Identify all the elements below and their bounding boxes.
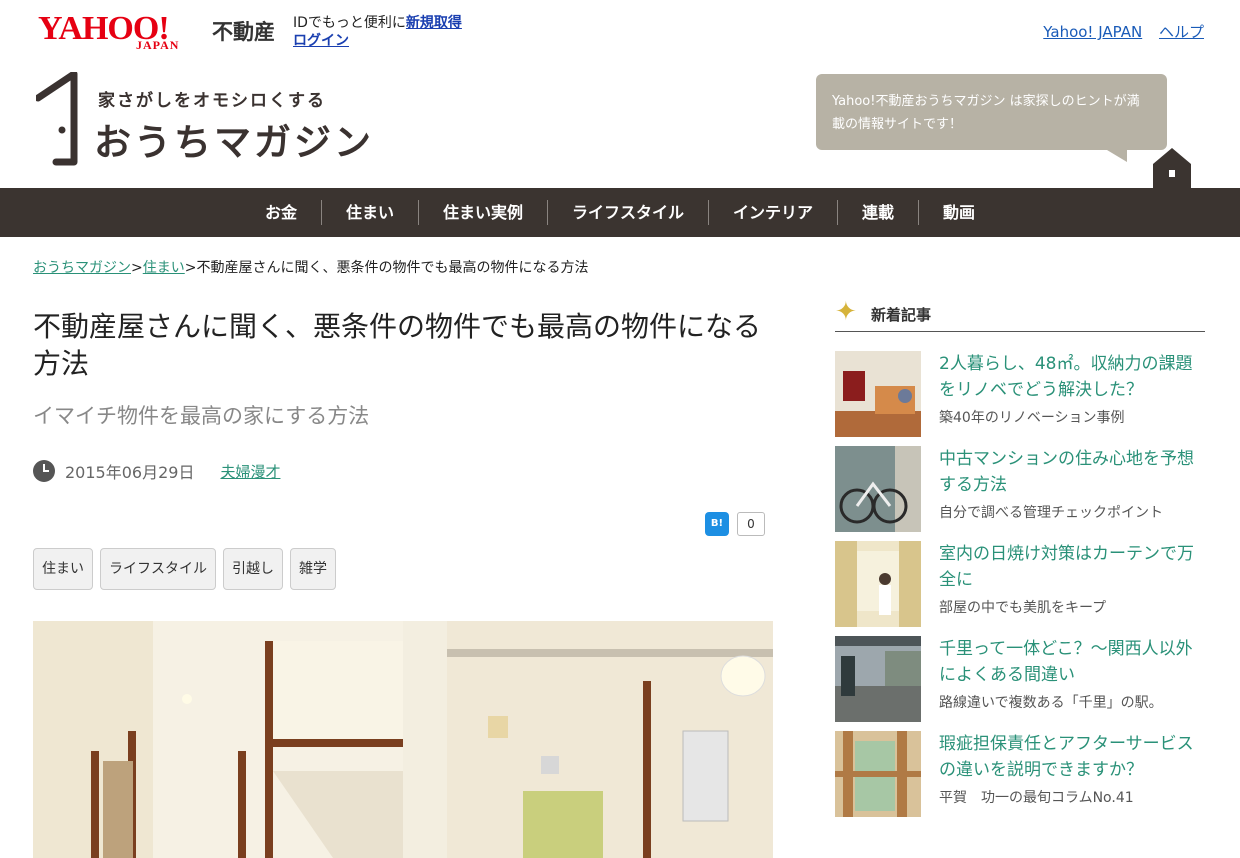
new-article-item[interactable]: 瑕疵担保責任とアフターサービスの違いを説明できますか？ 平賀 功一の最旬コラムN…	[835, 731, 1205, 819]
yahoo-logo-japan: JAPAN	[136, 38, 180, 52]
main-nav: お金 住まい 住まい実例 ライフスタイル インテリア 連載 動画	[0, 188, 1240, 237]
nav-video[interactable]: 動画	[918, 200, 999, 225]
new-article-link[interactable]: 2人暮らし、48㎡。収納力の課題をリノベでどう解決した？	[939, 351, 1205, 403]
house-icon	[1153, 148, 1191, 188]
new-article-link[interactable]: 瑕疵担保責任とアフターサービスの違いを説明できますか？	[939, 731, 1205, 783]
new-article-item[interactable]: 室内の日焼け対策はカーテンで万全に 部屋の中でも美肌をキープ	[835, 541, 1205, 629]
new-articles-header: ✦ 新着記事	[835, 296, 1205, 332]
breadcrumb: おうちマガジン>住まい>不動産屋さんに聞く、悪条件の物件でも最高の物件になる方法	[33, 257, 588, 277]
tag-lifestyle[interactable]: ライフスタイル	[100, 548, 216, 590]
nav-interior[interactable]: インテリア	[708, 200, 837, 225]
new-article-link[interactable]: 中古マンションの住み心地を予想する方法	[939, 446, 1205, 498]
nav-lifestyle[interactable]: ライフスタイル	[546, 200, 708, 225]
yahoo-japan-link[interactable]: Yahoo! JAPAN	[1043, 23, 1142, 41]
breadcrumb-home[interactable]: おうちマガジン	[33, 260, 131, 276]
site-logo[interactable]: 家さがしをオモシロくする おうちマガジン	[36, 72, 396, 167]
site-description-bubble: Yahoo!不動産おうちマガジン は家探しのヒントが満載の情報サイトです！	[816, 74, 1167, 150]
article-title: 不動産屋さんに聞く、悪条件の物件でも最高の物件になる方法	[33, 310, 762, 380]
new-article-item[interactable]: 中古マンションの住み心地を予想する方法 自分で調べる管理チェックポイント	[835, 446, 1205, 534]
yahoo-japan-logo[interactable]: YAHOO! JAPAN	[38, 10, 208, 58]
breadcrumb-current: 不動産屋さんに聞く、悪条件の物件でも最高の物件になる方法	[196, 260, 589, 276]
hatena-bookmark[interactable]: B! 0	[705, 512, 765, 536]
site-tagline: 家さがしをオモシロくする	[98, 91, 326, 111]
nav-housing[interactable]: 住まい	[320, 200, 418, 225]
article-thumbnail[interactable]	[835, 541, 921, 627]
new-article-subtitle: 平賀 功一の最旬コラムNo.41	[939, 790, 1134, 806]
nav-series[interactable]: 連載	[837, 200, 918, 225]
article-thumbnail[interactable]	[835, 731, 921, 817]
breadcrumb-category[interactable]: 住まい	[143, 260, 185, 276]
breadcrumb-separator: >	[184, 260, 197, 276]
nav-housing-examples[interactable]: 住まい実例	[417, 200, 547, 225]
article-thumbnail[interactable]	[835, 351, 921, 437]
article-hero-image	[33, 621, 773, 858]
new-article-subtitle: 部屋の中でも美肌をキープ	[939, 600, 1107, 616]
site-name: おうちマガジン	[94, 121, 374, 164]
top-bar: YAHOO! JAPAN 不動産 IDでもっと便利に新規取得 ログイン Yaho…	[0, 0, 1240, 60]
hatena-bookmark-count[interactable]: 0	[737, 512, 765, 536]
register-link[interactable]: 新規取得	[406, 15, 462, 31]
breadcrumb-separator: >	[131, 260, 143, 276]
help-link[interactable]: ヘルプ	[1159, 23, 1204, 41]
new-article-subtitle: 路線違いで複数ある「千里」の駅。	[939, 695, 1163, 711]
tag-trivia[interactable]: 雑学	[290, 548, 336, 590]
new-article-item[interactable]: 千里って一体どこ？～関西人以外によくある間違い 路線違いで複数ある「千里」の駅。	[835, 636, 1205, 724]
article-thumbnail[interactable]	[835, 636, 921, 722]
article-subtitle: イマイチ物件を最高の家にする方法	[33, 404, 370, 428]
hatena-bookmark-icon[interactable]: B!	[705, 512, 729, 536]
login-link[interactable]: ログイン	[293, 30, 349, 50]
new-article-link[interactable]: 室内の日焼け対策はカーテンで万全に	[939, 541, 1205, 593]
sidebar: ✦ 新着記事 2人暮らし、48㎡。収納力の課題をリノベでどう解決した？ 築40年…	[835, 296, 1205, 817]
new-article-item[interactable]: 2人暮らし、48㎡。収納力の課題をリノベでどう解決した？ 築40年のリノベーショ…	[835, 351, 1205, 439]
service-name[interactable]: 不動産	[212, 16, 275, 46]
article-meta: 2015年06月29日 夫婦漫才	[33, 459, 280, 483]
new-article-subtitle: 自分で調べる管理チェックポイント	[939, 505, 1163, 521]
top-links: Yahoo! JAPAN ヘルプ	[1031, 21, 1204, 42]
bubble-tail	[1107, 150, 1127, 162]
sparkle-icon: ✦	[835, 297, 857, 327]
article-thumbnail[interactable]	[835, 446, 921, 532]
tag-list: 住まい ライフスタイル 引越し 雑学	[33, 548, 343, 590]
new-articles-title: 新着記事	[871, 306, 932, 324]
tag-moving[interactable]: 引越し	[223, 548, 283, 590]
house-logo-icon	[36, 72, 78, 166]
new-article-subtitle: 築40年のリノベーション事例	[939, 410, 1125, 426]
tag-housing[interactable]: 住まい	[33, 548, 93, 590]
id-promo-text: IDでもっと便利に	[293, 15, 406, 31]
nav-money[interactable]: お金	[241, 200, 321, 225]
clock-icon	[33, 460, 55, 482]
new-article-link[interactable]: 千里って一体どこ？～関西人以外によくある間違い	[939, 636, 1205, 688]
author-link[interactable]: 夫婦漫才	[220, 461, 280, 482]
id-promo: IDでもっと便利に新規取得	[293, 12, 462, 32]
article-date: 2015年06月29日	[65, 463, 195, 482]
